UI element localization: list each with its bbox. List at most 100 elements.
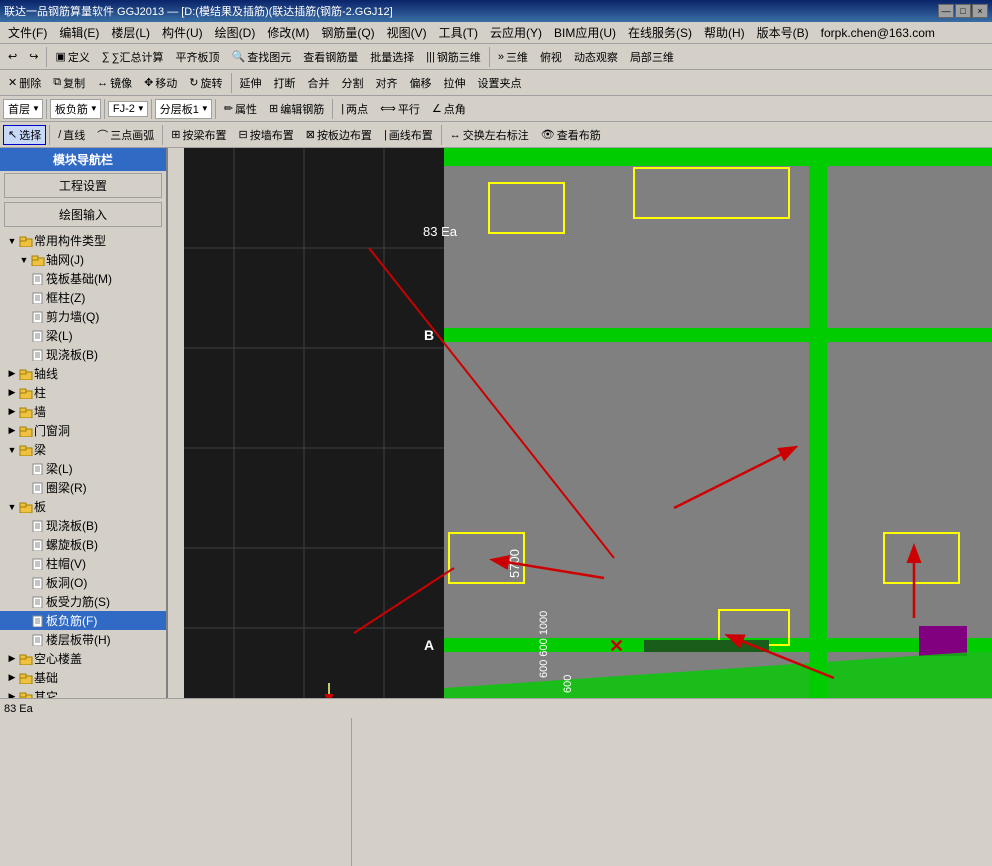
tree-item-16[interactable]: 螺旋板(B)	[0, 535, 166, 554]
layer-dropdown[interactable]: 分层板1 ▼	[155, 99, 212, 119]
tree-item-23[interactable]: ▶基础	[0, 668, 166, 687]
canvas-area[interactable]: 5700 600 600 1000 600 B A ✕ Y	[184, 148, 992, 718]
dynamic-view-button[interactable]: 动态观察	[569, 47, 623, 67]
tree-label: 螺旋板(B)	[46, 536, 98, 553]
tree-item-18[interactable]: 板洞(O)	[0, 573, 166, 592]
property-button[interactable]: ✏ 属性	[219, 99, 262, 119]
tree-item-15[interactable]: 现浇板(B)	[0, 516, 166, 535]
split-button[interactable]: 分割	[337, 73, 369, 93]
top-view-button[interactable]: 俯视	[535, 47, 567, 67]
tree-item-4[interactable]: 剪力墙(Q)	[0, 307, 166, 326]
menu-item-forpkchencom[interactable]: forpk.chen@163.com	[815, 24, 941, 42]
view-rebar-layout-button[interactable]: 👁 查看布筋	[536, 125, 606, 145]
floor-dropdown[interactable]: 首层 ▼	[3, 99, 43, 119]
tree-item-1[interactable]: ▼轴网(J)	[0, 250, 166, 269]
grip-button[interactable]: 设置夹点	[473, 73, 527, 93]
tree-item-13[interactable]: 圈梁(R)	[0, 478, 166, 497]
tree-item-20[interactable]: 板负筋(F)	[0, 611, 166, 630]
mirror-button[interactable]: ↔ 镜像	[92, 73, 137, 93]
swap-annotation-button[interactable]: ↔ 交换左右标注	[445, 125, 534, 145]
align-button[interactable]: 对齐	[371, 73, 403, 93]
define-button[interactable]: ▣ 定义	[50, 47, 94, 67]
extend-button[interactable]: 延伸	[235, 73, 267, 93]
menu-item-h[interactable]: 帮助(H)	[698, 22, 751, 43]
arc-button[interactable]: ⌒ 三点画弧	[92, 125, 159, 145]
two-point-button[interactable]: | 两点	[336, 99, 373, 119]
tree-icon	[30, 519, 46, 531]
move-button[interactable]: ✥ 移动	[139, 73, 182, 93]
local-3d-button[interactable]: 局部三维	[625, 47, 679, 67]
menu-item-m[interactable]: 修改(M)	[261, 22, 315, 43]
edit-rebar-button[interactable]: ⊞ 编辑钢筋	[264, 99, 329, 119]
menu-item-e[interactable]: 编辑(E)	[53, 22, 105, 43]
menu-item-d[interactable]: 绘图(D)	[209, 22, 262, 43]
redo-button[interactable]: ↪	[24, 48, 43, 65]
by-beam-button[interactable]: ⊞ 按梁布置	[166, 125, 231, 145]
menu-item-s[interactable]: 在线服务(S)	[622, 22, 698, 43]
view-rebar-button[interactable]: 查看钢筋量	[298, 47, 363, 67]
parallel-button[interactable]: ⟺ 平行	[375, 99, 425, 119]
batch-select-button[interactable]: 批量选择	[365, 47, 419, 67]
tree-item-11[interactable]: ▼梁	[0, 440, 166, 459]
tree-item-5[interactable]: 梁(L)	[0, 326, 166, 345]
tree-item-12[interactable]: 梁(L)	[0, 459, 166, 478]
main-canvas: 5700 600 600 1000 600 B A ✕ Y	[184, 148, 992, 718]
by-board-edge-button[interactable]: ⊠ 按板边布置	[301, 125, 377, 145]
tree-item-7[interactable]: ▶轴线	[0, 364, 166, 383]
drawing-input-btn[interactable]: 绘图输入	[4, 202, 162, 227]
undo-button[interactable]: ↩	[3, 48, 22, 65]
tree-label: 常用构件类型	[34, 232, 106, 249]
tree-item-22[interactable]: ▶空心楼盖	[0, 649, 166, 668]
83ea-label: 83 Ea	[423, 224, 458, 239]
tree-item-21[interactable]: 楼层板带(H)	[0, 630, 166, 649]
menu-item-u[interactable]: 构件(U)	[156, 22, 209, 43]
minimize-button[interactable]: —	[938, 4, 954, 18]
status-bar: 83 Ea	[0, 698, 992, 718]
flat-top-button[interactable]: 平齐板顶	[171, 47, 225, 67]
select-button[interactable]: ↖ 选择	[3, 125, 46, 145]
tree-item-10[interactable]: ▶门窗洞	[0, 421, 166, 440]
tree-icon	[18, 652, 34, 664]
maximize-button[interactable]: □	[955, 4, 971, 18]
menu-item-q[interactable]: 钢筋量(Q)	[315, 22, 380, 43]
menu-item-bimu[interactable]: BIM应用(U)	[548, 22, 622, 43]
tree-item-3[interactable]: 框柱(Z)	[0, 288, 166, 307]
merge-button[interactable]: 合并	[303, 73, 335, 93]
sidebar: 模块导航栏 工程设置 绘图输入 ▼常用构件类型▼轴网(J)筏板基础(M)框柱(Z…	[0, 148, 168, 718]
tree-item-17[interactable]: 柱帽(V)	[0, 554, 166, 573]
tree-item-0[interactable]: ▼常用构件类型	[0, 231, 166, 250]
tree-icon	[30, 253, 46, 265]
project-settings-btn[interactable]: 工程设置	[4, 173, 162, 198]
member-dropdown[interactable]: 板负筋 ▼	[50, 99, 101, 119]
menu-item-v[interactable]: 视图(V)	[381, 22, 433, 43]
sum-button[interactable]: ∑ ∑汇总计算	[97, 47, 169, 67]
copy-button[interactable]: ⧉ 复制	[48, 73, 90, 93]
stretch-button[interactable]: 拉伸	[439, 73, 471, 93]
tree-item-19[interactable]: 板受力筋(S)	[0, 592, 166, 611]
fj2-dropdown[interactable]: FJ-2 ▼	[108, 101, 148, 117]
break-button[interactable]: 打断	[269, 73, 301, 93]
menu-item-y[interactable]: 云应用(Y)	[484, 22, 548, 43]
delete-button[interactable]: ✕ 删除	[3, 73, 46, 93]
sep3	[231, 73, 232, 93]
3d-button[interactable]: » 三维	[493, 47, 533, 67]
rotate-button[interactable]: ↻ 旋转	[184, 73, 227, 93]
tree-item-14[interactable]: ▼板	[0, 497, 166, 516]
menu-item-f[interactable]: 文件(F)	[2, 22, 53, 43]
by-wall-button[interactable]: ⊟ 按墙布置	[234, 125, 299, 145]
menu-item-t[interactable]: 工具(T)	[433, 22, 484, 43]
line-button[interactable]: / 直线	[53, 125, 90, 145]
offset-button[interactable]: 偏移	[405, 73, 437, 93]
tree-item-2[interactable]: 筏板基础(M)	[0, 269, 166, 288]
find-button[interactable]: 🔍 查找图元	[227, 47, 297, 67]
close-button[interactable]: ×	[972, 4, 988, 18]
rebar-3d-button[interactable]: |||钢筋三维	[421, 47, 486, 67]
window-controls: — □ ×	[938, 4, 988, 18]
tree-item-6[interactable]: 现浇板(B)	[0, 345, 166, 364]
angle-point-button[interactable]: ∠ 点角	[427, 99, 471, 119]
menu-item-b[interactable]: 版本号(B)	[751, 22, 815, 43]
tree-item-8[interactable]: ▶柱	[0, 383, 166, 402]
tree-item-9[interactable]: ▶墙	[0, 402, 166, 421]
menu-item-l[interactable]: 楼层(L)	[105, 22, 156, 43]
draw-line-button[interactable]: | 画线布置	[379, 125, 438, 145]
